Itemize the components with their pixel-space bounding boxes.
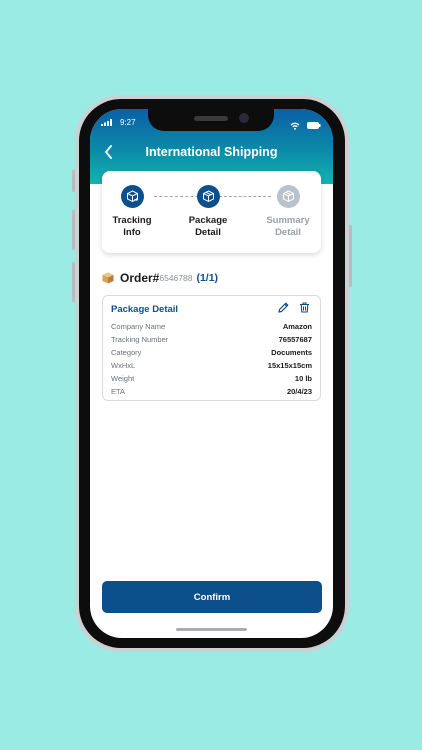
detail-key: Weight (111, 374, 135, 383)
edit-pencil-icon[interactable] (278, 302, 289, 313)
side-button (349, 225, 352, 287)
box-icon (276, 185, 300, 208)
box-icon (196, 185, 220, 208)
detail-row: ETA 20/4/23 (111, 385, 312, 398)
detail-key: Category (111, 348, 142, 357)
step-label-line2: Info (123, 227, 141, 238)
step-label-line2: Detail (195, 227, 221, 238)
detail-key: Company Name (111, 322, 166, 331)
detail-value: 15x15x15cm (267, 361, 312, 370)
order-number: 6546788 (159, 273, 193, 283)
detail-value: Documents (271, 348, 312, 357)
step-label-line1: Summary (266, 215, 310, 226)
order-label: Order# (120, 271, 160, 285)
side-button (72, 210, 75, 250)
battery-icon (307, 122, 321, 130)
page-title: International Shipping (145, 145, 278, 159)
progress-stepper: Tracking Info Package Detail Summary Det… (102, 171, 321, 253)
card-actions (278, 302, 310, 313)
confirm-button[interactable]: Confirm (102, 581, 322, 613)
detail-value: 76557687 (278, 335, 312, 344)
home-indicator (176, 628, 247, 631)
detail-row: WxHxL 15x15x15cm (111, 359, 312, 372)
step-package-detail[interactable]: Package Detail (178, 185, 238, 239)
status-icons (290, 117, 321, 135)
order-count: (1/1) (196, 272, 219, 284)
order-header: Order# 6546788 (1/1) (102, 270, 218, 286)
side-button (72, 262, 75, 302)
step-tracking-info[interactable]: Tracking Info (102, 185, 162, 239)
package-detail-title: Package Detail (111, 304, 179, 315)
detail-value: 10 lb (294, 374, 312, 383)
app-screen: 9:27 International Shipping Tracking Inf… (90, 109, 333, 638)
step-label-line2: Detail (275, 227, 301, 238)
detail-key: WxHxL (111, 361, 136, 370)
detail-key: ETA (111, 387, 126, 396)
detail-value: Amazon (282, 322, 312, 331)
package-detail-card: Package Detail Company Name Amazon Track… (102, 295, 321, 401)
step-label-line1: Package (188, 215, 228, 226)
detail-value: 20/4/23 (286, 387, 312, 396)
detail-row: Company Name Amazon (111, 320, 312, 333)
step-summary-detail[interactable]: Summary Detail (258, 185, 318, 239)
package-box-icon (102, 272, 114, 284)
trash-icon[interactable] (299, 302, 310, 313)
side-button (72, 170, 75, 192)
wifi-icon (290, 122, 299, 130)
detail-key: Tracking Number (111, 335, 169, 344)
speaker (194, 116, 228, 121)
detail-row: Weight 10 lb (111, 372, 312, 385)
detail-row: Tracking Number 76557687 (111, 333, 312, 346)
notch (148, 109, 274, 131)
detail-rows: Company Name Amazon Tracking Number 7655… (111, 320, 312, 398)
status-time: 9:27 (120, 118, 136, 127)
detail-row: Category Documents (111, 346, 312, 359)
signal-icon (101, 119, 112, 126)
step-label-line1: Tracking (112, 215, 152, 226)
box-arrow-icon (120, 185, 144, 208)
camera (239, 113, 249, 123)
